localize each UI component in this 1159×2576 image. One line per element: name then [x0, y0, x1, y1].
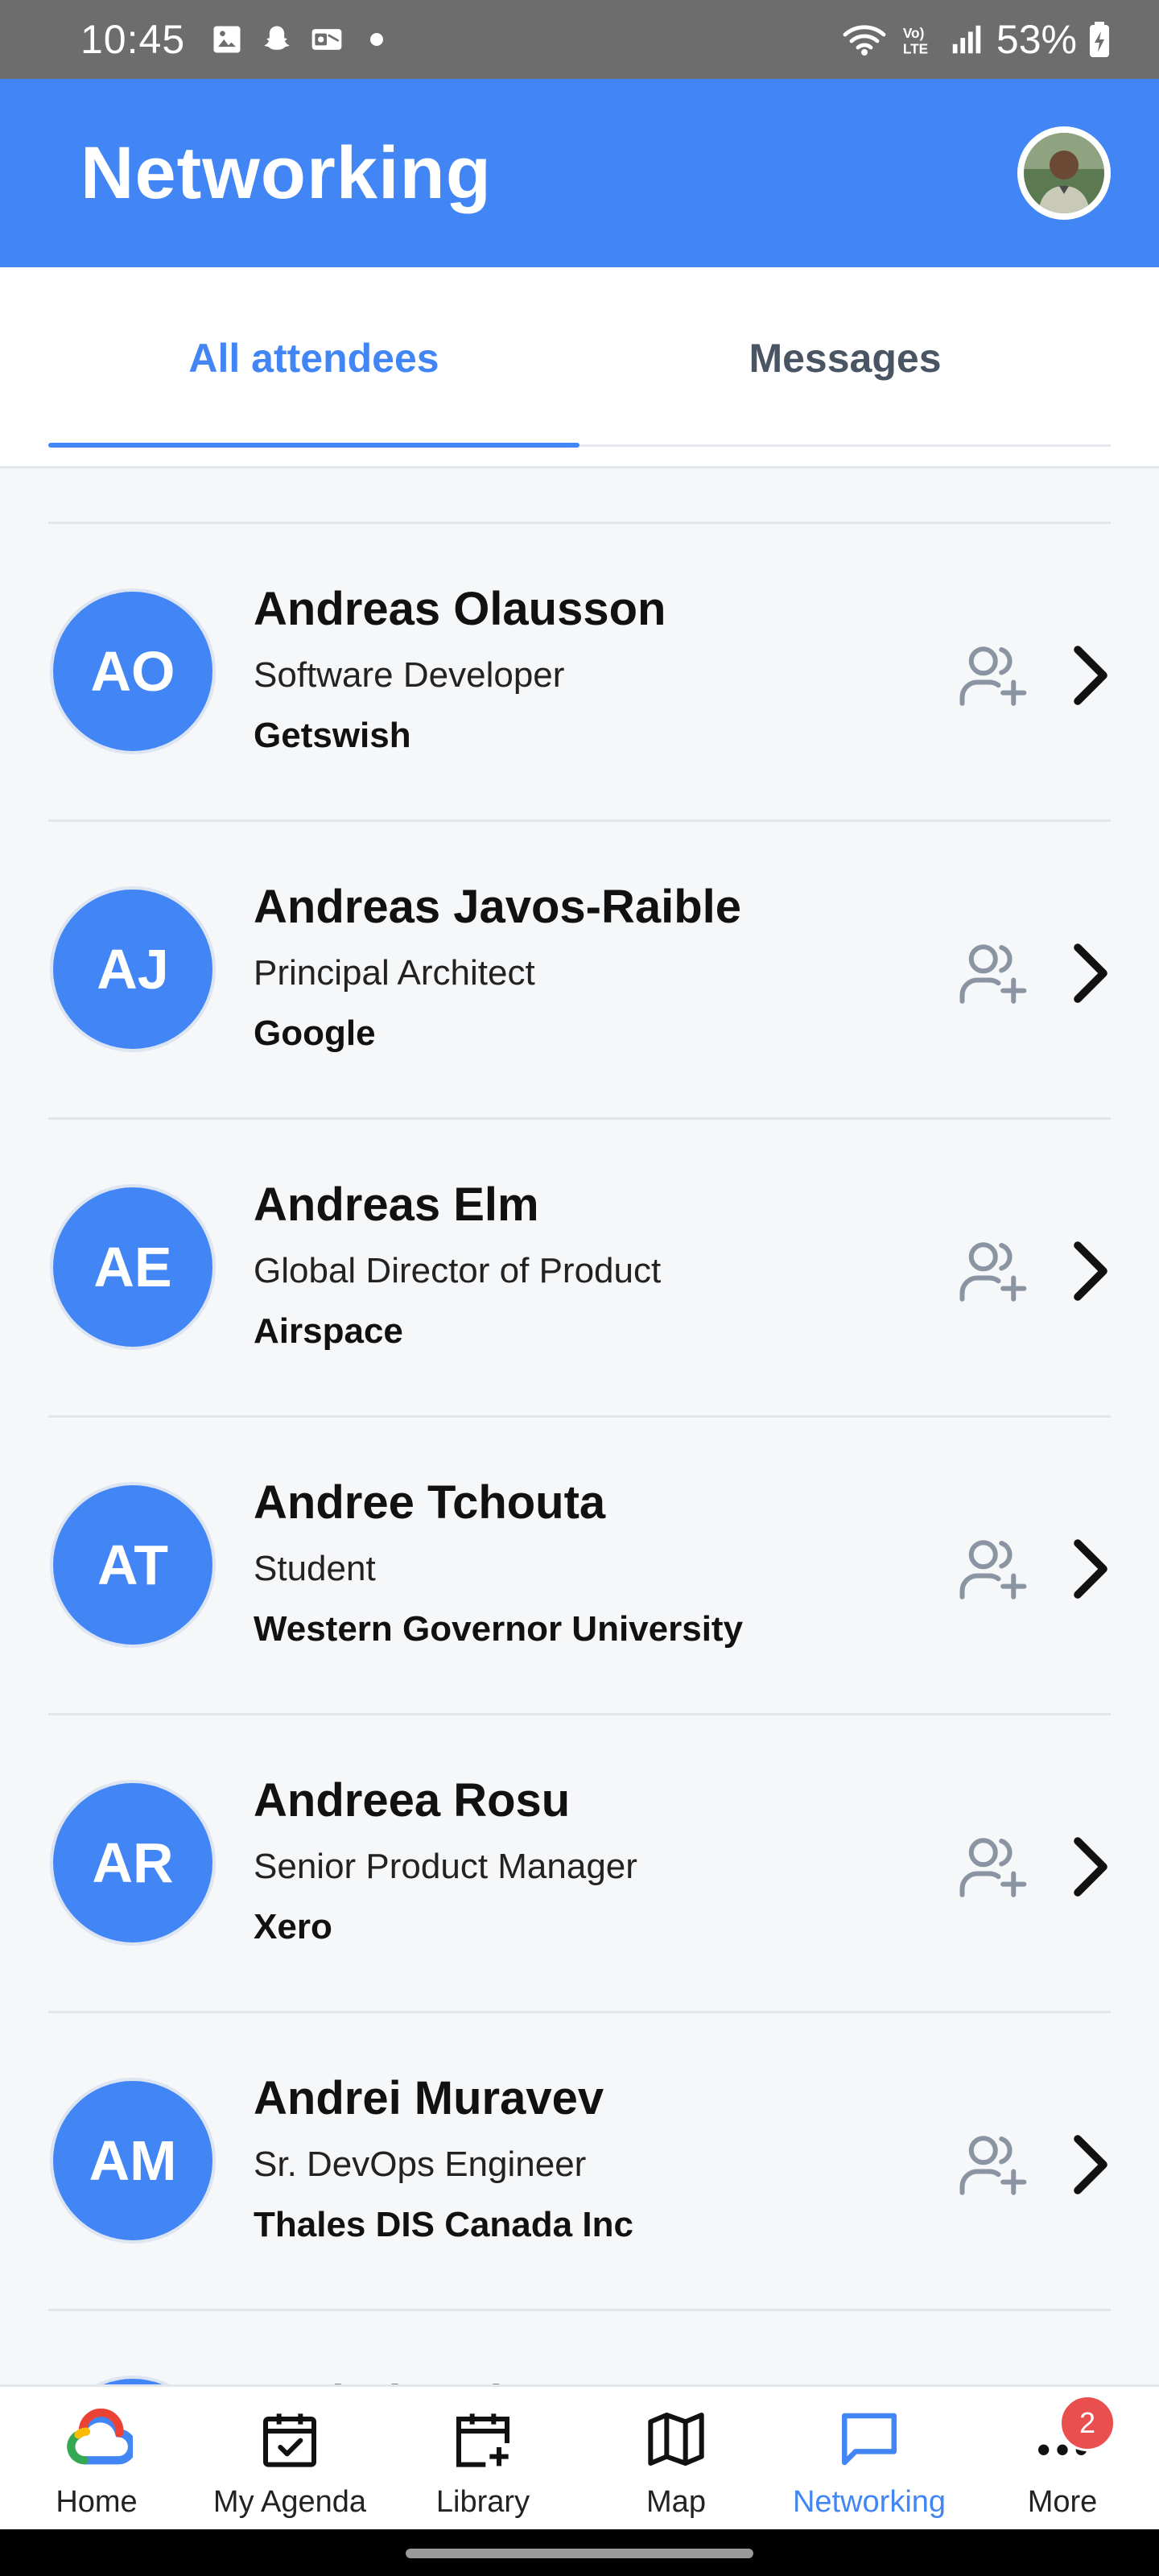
- nav-label: Networking: [792, 2485, 947, 2519]
- attendee-name: Andreea Rosu: [254, 1774, 571, 1827]
- home-gesture-handle[interactable]: [406, 2549, 753, 2558]
- add-contact-icon[interactable]: [956, 1831, 1029, 1904]
- battery-level: 53%: [996, 17, 1077, 62]
- initials-avatar: AR: [50, 1780, 216, 1946]
- chevron-right-icon[interactable]: [1070, 1835, 1111, 1899]
- signal-icon: [952, 25, 981, 54]
- nav-library[interactable]: Library: [386, 2387, 580, 2529]
- attendee-name: Andreas Javos-Raible: [254, 881, 742, 933]
- user-avatar: [1024, 133, 1104, 213]
- nav-label: My Agenda: [212, 2485, 367, 2519]
- more-notifications-dot: [370, 33, 384, 46]
- initials-avatar: AT: [50, 1482, 216, 1648]
- add-contact-icon[interactable]: [956, 2129, 1029, 2202]
- nav-label: Map: [646, 2485, 706, 2519]
- nav-my-agenda[interactable]: My Agenda: [193, 2387, 386, 2529]
- tab-bar: All attendees Messages: [0, 267, 1159, 469]
- attendee-role: Global Director of Product: [254, 1251, 662, 1290]
- attendee-role: Software Developer: [254, 655, 565, 695]
- attendee-row[interactable]: AM Andrei Muravev Sr. DevOps Engineer Th…: [0, 2013, 1159, 2311]
- attendee-company: Thales DIS Canada Inc: [254, 2205, 633, 2244]
- system-icons: Vo) LTE 53%: [840, 16, 1111, 63]
- chevron-right-icon[interactable]: [1070, 941, 1111, 1005]
- tab-messages[interactable]: Messages: [580, 267, 1111, 448]
- snapchat-icon: [264, 26, 290, 50]
- nav-label: More: [1027, 2485, 1098, 2519]
- attendee-company: Google: [254, 1013, 376, 1053]
- google-cloud-icon: [60, 2403, 133, 2475]
- bottom-navigation: Home My Agenda Library Map Networking Mo…: [0, 2384, 1159, 2529]
- app-bar: Networking: [0, 79, 1159, 267]
- attendee-row[interactable]: AR Andreea Rosu Senior Product Manager X…: [0, 1715, 1159, 2013]
- initials-avatar: AM: [50, 2078, 216, 2244]
- attendee-name: Andree Tchouta: [254, 1476, 606, 1529]
- chevron-right-icon[interactable]: [1070, 1239, 1111, 1303]
- nav-label: Home: [56, 2485, 138, 2519]
- attendee-row[interactable]: AE Andreas Elm Global Director of Produc…: [0, 1120, 1159, 1418]
- attendee-company: Airspace: [254, 1311, 403, 1351]
- nav-label: Library: [435, 2485, 530, 2519]
- attendee-row-partial[interactable]: Andrei Pud: [0, 2311, 1159, 2384]
- page-title: Networking: [80, 131, 492, 214]
- attendee-role: Sr. DevOps Engineer: [254, 2145, 587, 2184]
- chevron-right-icon[interactable]: [1070, 1537, 1111, 1601]
- svg-text:LTE: LTE: [903, 40, 928, 56]
- initials-avatar: AO: [50, 588, 216, 754]
- attendee-company: Getswish: [254, 716, 411, 755]
- chat-icon: [833, 2403, 905, 2475]
- attendee-name: Andreas Olausson: [254, 583, 666, 635]
- map-icon: [640, 2403, 712, 2475]
- attendee-list[interactable]: AO Andreas Olausson Software Developer G…: [0, 469, 1159, 2384]
- chevron-right-icon[interactable]: [1070, 643, 1111, 708]
- add-contact-icon[interactable]: [956, 640, 1029, 712]
- add-contact-icon[interactable]: [956, 1534, 1029, 1606]
- volte-icon: Vo)LTE: [903, 25, 928, 56]
- attendee-name: Andrei Muravev: [254, 2072, 604, 2124]
- initials-avatar: AE: [50, 1184, 216, 1350]
- system-gesture-bar: [0, 2529, 1159, 2576]
- battery-charging-icon: [1090, 22, 1109, 57]
- chevron-right-icon[interactable]: [1070, 2132, 1111, 2197]
- initials-avatar: [50, 2376, 216, 2384]
- nav-networking[interactable]: Networking: [773, 2387, 966, 2529]
- attendee-name: Andreas Elm: [254, 1179, 539, 1231]
- attendee-company: Western Governor University: [254, 1609, 744, 1649]
- notification-badge: 2: [1059, 2395, 1116, 2451]
- calendar-add-icon: [447, 2403, 519, 2475]
- calendar-check-icon: [254, 2403, 326, 2475]
- status-time: 10:45: [80, 17, 186, 62]
- profile-avatar-button[interactable]: [1017, 126, 1111, 220]
- status-bar: 10:45 Vo) LTE 53%: [0, 0, 1159, 79]
- notification-icons: [209, 22, 384, 57]
- initials-avatar: AJ: [50, 886, 216, 1052]
- nav-more[interactable]: More 2: [966, 2387, 1159, 2529]
- attendee-role: Senior Product Manager: [254, 1847, 637, 1886]
- nav-home[interactable]: Home: [0, 2387, 193, 2529]
- tab-all-attendees[interactable]: All attendees: [48, 267, 580, 448]
- attendee-name: Andrei Pud: [254, 2376, 502, 2384]
- attendee-row[interactable]: AT Andree Tchouta Student Western Govern…: [0, 1418, 1159, 1715]
- add-contact-icon[interactable]: [956, 938, 1029, 1010]
- attendee-row[interactable]: AJ Andreas Javos-Raible Principal Archit…: [0, 822, 1159, 1120]
- attendee-role: Student: [254, 1549, 376, 1588]
- gallery-icon: [213, 26, 241, 53]
- attendee-company: Xero: [254, 1907, 332, 1946]
- nav-map[interactable]: Map: [580, 2387, 773, 2529]
- add-contact-icon[interactable]: [956, 1236, 1029, 1308]
- outlook-icon: [311, 29, 342, 50]
- wifi-icon: [843, 25, 886, 56]
- active-tab-indicator: [48, 443, 580, 448]
- svg-text:Vo): Vo): [903, 25, 925, 41]
- attendee-role: Principal Architect: [254, 953, 535, 993]
- tab-divider: [580, 444, 1111, 447]
- attendee-row[interactable]: AO Andreas Olausson Software Developer G…: [0, 524, 1159, 822]
